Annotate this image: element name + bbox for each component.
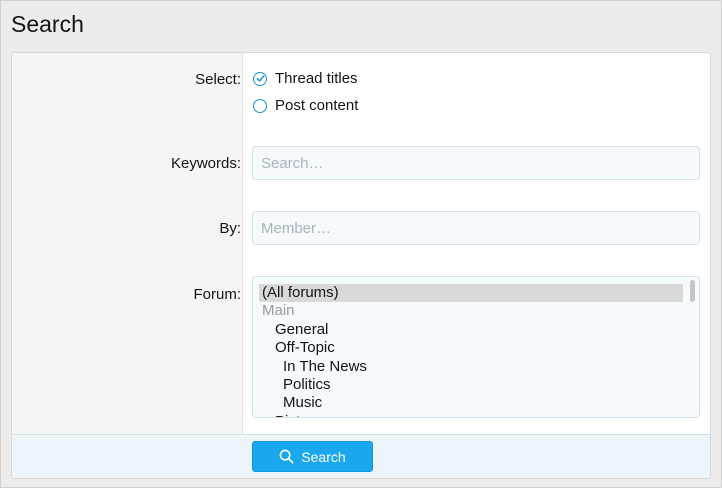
search-icon: [279, 449, 294, 464]
label-column: [12, 53, 243, 434]
forum-label: Forum:: [193, 286, 241, 303]
forum-option[interactable]: General: [259, 321, 683, 339]
scrollbar-thumb[interactable]: [690, 280, 695, 302]
forum-select-list[interactable]: (All forums) Main General Off-Topic In The N…: [252, 276, 700, 418]
radio-thread-titles[interactable]: Thread titles: [253, 70, 358, 87]
forum-option[interactable]: Off-Topic: [259, 339, 683, 357]
checked-radio-icon: [253, 71, 267, 86]
search-button-label: Search: [301, 448, 346, 465]
radio-label: Thread titles: [275, 70, 358, 87]
forum-group-label: Main: [262, 302, 295, 320]
search-form-panel: Select: Thread titles Post content Keywo…: [11, 52, 711, 479]
by-label: By:: [219, 220, 241, 237]
keywords-label: Keywords:: [170, 155, 241, 172]
radio-label: Post content: [275, 97, 359, 114]
forum-option[interactable]: In The News: [259, 358, 683, 376]
scrollbar[interactable]: [689, 279, 697, 415]
form-footer: Search: [12, 434, 710, 478]
forum-option[interactable]: (All forums): [259, 284, 683, 302]
keywords-input[interactable]: [252, 146, 700, 180]
forum-option[interactable]: Music: [259, 394, 683, 412]
page-title: Search: [11, 11, 84, 37]
forum-option[interactable]: Pictures: [259, 413, 683, 417]
radio-icon: [253, 98, 267, 113]
forum-option[interactable]: Politics: [259, 376, 683, 394]
search-button[interactable]: Search: [252, 441, 373, 472]
radio-post-content[interactable]: Post content: [253, 97, 358, 114]
member-input[interactable]: [252, 211, 700, 245]
select-label: Select:: [195, 71, 241, 88]
